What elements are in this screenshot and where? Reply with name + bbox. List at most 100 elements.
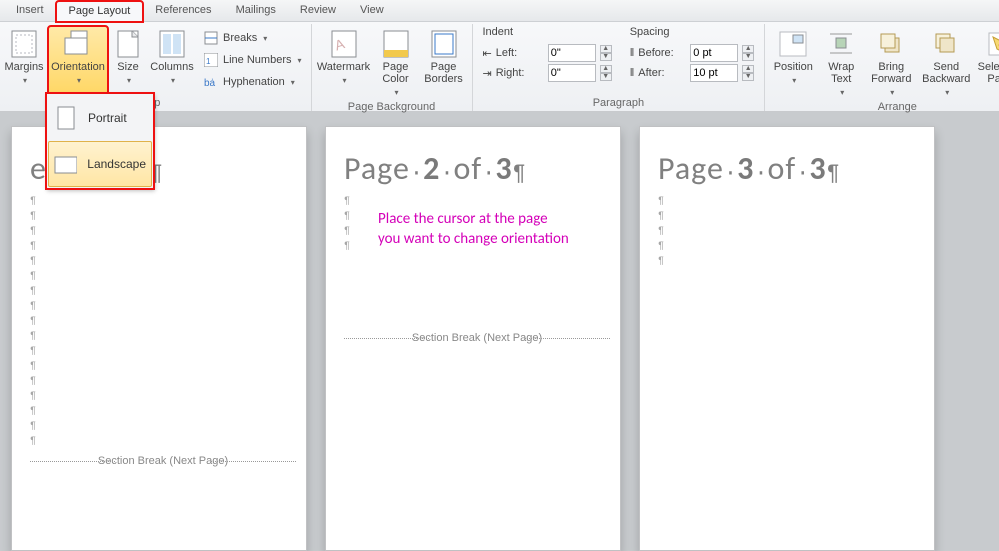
group-page-background: A Watermark ▾ Page Color ▾ Page Borders … <box>312 24 473 111</box>
tab-mailings[interactable]: Mailings <box>224 1 288 20</box>
dropdown-arrow-icon: ▾ <box>890 87 894 99</box>
line-numbers-icon: 1 <box>203 52 219 68</box>
svg-text:1: 1 <box>206 57 211 66</box>
size-button[interactable]: Size ▾ <box>110 26 146 96</box>
spacing-before-input[interactable] <box>690 44 738 62</box>
page-color-button[interactable]: Page Color ▾ <box>374 26 418 100</box>
watermark-button[interactable]: A Watermark ▾ <box>316 26 372 100</box>
page-borders-icon <box>428 29 460 59</box>
margins-label: Margins <box>4 61 43 73</box>
indent-left-label: Left: <box>496 47 544 59</box>
line-numbers-label: Line Numbers <box>223 54 291 66</box>
spacing-after-input[interactable] <box>690 64 738 82</box>
breaks-icon <box>203 30 219 46</box>
columns-button[interactable]: Columns ▾ <box>148 26 196 96</box>
margins-button[interactable]: Margins ▾ <box>2 26 46 96</box>
selection-pane-icon <box>984 29 999 59</box>
spacing-before-icon: ‖ <box>630 47 635 59</box>
size-label: Size <box>117 61 138 73</box>
indent-left-spinner[interactable]: ▲▼ <box>600 45 612 61</box>
send-backward-icon <box>930 29 962 59</box>
section-break: Section Break (Next Page) <box>344 332 610 344</box>
landscape-icon <box>54 151 77 177</box>
orientation-portrait-label: Portrait <box>88 111 127 125</box>
section-break: Section Break (Next Page) <box>30 455 296 467</box>
page-2[interactable]: Page·2·of·3¶ ¶¶¶¶ Place the cursor at th… <box>325 126 621 551</box>
dropdown-arrow-icon: ▾ <box>23 75 27 87</box>
spacing-before-label: Before: <box>638 47 686 59</box>
group-arrange: Position ▾ Wrap Text ▾ Bring Forward ▾ S… <box>765 24 999 111</box>
columns-icon <box>156 29 188 59</box>
annotation: Place the cursor at the pageyou want to … <box>378 209 569 249</box>
dropdown-arrow-icon: ▾ <box>342 75 346 87</box>
line-numbers-button[interactable]: 1 Line Numbers ▾ <box>198 50 307 70</box>
dropdown-arrow-icon: ▾ <box>840 87 844 99</box>
dropdown-arrow-icon: ▾ <box>127 75 131 87</box>
tab-view[interactable]: View <box>348 1 396 20</box>
page-title: Page·2·of·3¶ <box>344 149 610 188</box>
tab-review[interactable]: Review <box>288 1 348 20</box>
orientation-icon <box>62 29 94 59</box>
dropdown-arrow-icon: ▾ <box>263 34 267 43</box>
page-title: Page·3·of·3¶ <box>658 149 924 188</box>
wrap-text-button[interactable]: Wrap Text ▾ <box>819 26 863 100</box>
indent-right-input[interactable] <box>548 64 596 82</box>
dropdown-arrow-icon: ▾ <box>394 87 398 99</box>
spacing-after-spinner[interactable]: ▲▼ <box>742 65 754 81</box>
group-label: Arrange <box>769 100 999 115</box>
page-borders-label: Page Borders <box>423 61 465 85</box>
ribbon-tabbar: Insert Page Layout References Mailings R… <box>0 0 999 22</box>
send-backward-label: Send Backward <box>922 61 970 85</box>
page-1[interactable]: e·1·of·3¶ ¶¶¶¶¶¶¶¶¶¶¶¶¶¶¶¶¶ Section Brea… <box>11 126 307 551</box>
bring-forward-button[interactable]: Bring Forward ▾ <box>865 26 917 100</box>
watermark-label: Watermark <box>317 61 370 73</box>
hyphenation-icon: bẚ <box>203 74 219 90</box>
page-color-label: Page Color <box>377 61 415 85</box>
indent-right-icon: ⇥ <box>483 67 492 80</box>
page-color-icon <box>380 29 412 59</box>
orientation-menu: Portrait Landscape <box>46 93 154 189</box>
dropdown-arrow-icon: ▾ <box>945 87 949 99</box>
orientation-landscape[interactable]: Landscape <box>48 141 152 187</box>
orientation-portrait[interactable]: Portrait <box>48 95 152 141</box>
page-borders-button[interactable]: Page Borders <box>420 26 468 100</box>
dropdown-arrow-icon: ▾ <box>171 75 175 87</box>
position-icon <box>777 29 809 59</box>
send-backward-button[interactable]: Send Backward ▾ <box>919 26 973 100</box>
tab-page-layout[interactable]: Page Layout <box>56 1 144 22</box>
spacing-after-icon: ‖ <box>630 67 635 79</box>
paragraph-marks: ¶¶¶¶¶¶¶¶¶¶¶¶¶¶¶¶¶ <box>30 188 296 449</box>
bring-forward-icon <box>875 29 907 59</box>
selection-pane-button[interactable]: Selection Pane <box>975 26 999 100</box>
position-label: Position <box>774 61 813 73</box>
group-label: Page Background <box>316 100 468 115</box>
group-paragraph: Indent ⇤ Left: ▲▼ ⇥ Right: ▲▼ Spacing ‖ … <box>473 24 766 111</box>
dropdown-arrow-icon: ▾ <box>792 75 796 87</box>
dropdown-arrow-icon: ▾ <box>291 78 295 87</box>
breaks-label: Breaks <box>223 32 257 44</box>
position-button[interactable]: Position ▾ <box>769 26 817 100</box>
spacing-header: Spacing <box>630 26 755 40</box>
breaks-button[interactable]: Breaks ▾ <box>198 28 307 48</box>
indent-left-input[interactable] <box>548 44 596 62</box>
orientation-landscape-label: Landscape <box>87 157 146 171</box>
tab-insert[interactable]: Insert <box>4 1 56 20</box>
indent-left-icon: ⇤ <box>483 47 492 60</box>
hyphenation-label: Hyphenation <box>223 76 285 88</box>
wrap-text-label: Wrap Text <box>822 61 860 85</box>
orientation-button[interactable]: Orientation ▾ <box>48 26 108 96</box>
group-label: Paragraph <box>477 96 761 111</box>
indent-header: Indent <box>483 26 612 40</box>
selection-pane-label: Selection Pane <box>978 61 999 85</box>
spacing-before-spinner[interactable]: ▲▼ <box>742 45 754 61</box>
dropdown-arrow-icon: ▾ <box>297 56 301 65</box>
tab-references[interactable]: References <box>143 1 223 20</box>
indent-right-spinner[interactable]: ▲▼ <box>600 65 612 81</box>
hyphenation-button[interactable]: bẚ Hyphenation ▾ <box>198 72 307 92</box>
watermark-icon: A <box>328 29 360 59</box>
margins-icon <box>8 29 40 59</box>
wrap-text-icon <box>825 29 857 59</box>
paragraph-marks: ¶¶¶¶¶ <box>658 188 924 269</box>
orientation-label: Orientation <box>51 61 105 73</box>
page-3[interactable]: Page·3·of·3¶ ¶¶¶¶¶ <box>639 126 935 551</box>
